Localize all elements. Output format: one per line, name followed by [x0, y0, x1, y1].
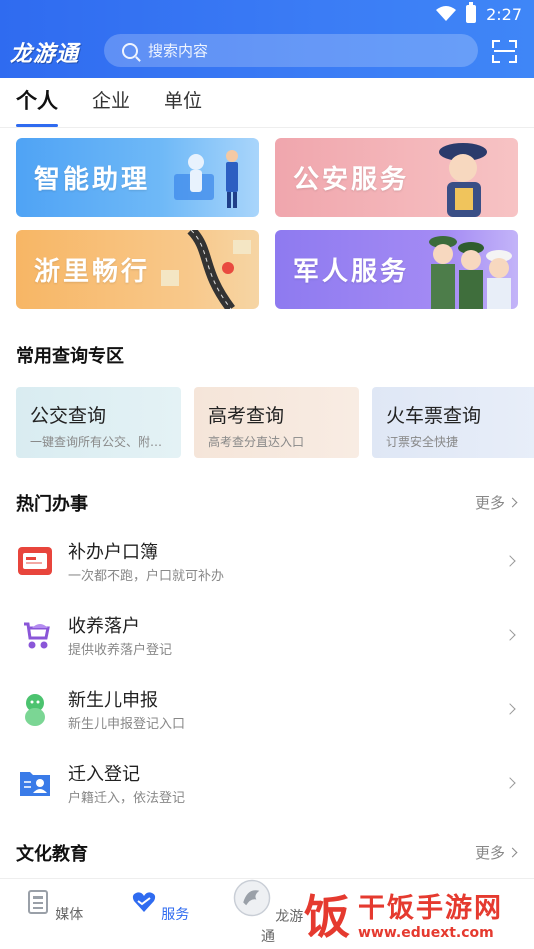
- culture-section-title: 文化教育: [16, 844, 88, 865]
- watermark-name: 干饭手游网: [358, 893, 503, 924]
- list-item-subtitle: 户籍迁入，依法登记: [68, 791, 186, 806]
- banner-label: 智能助理: [34, 165, 151, 195]
- culture-more-link[interactable]: 更多: [474, 842, 518, 863]
- query-card-subtitle: 订票安全快捷: [386, 435, 459, 449]
- battery-icon: [466, 2, 477, 23]
- dragon-logo-icon: [233, 879, 271, 917]
- map-illustration: [161, 230, 251, 309]
- list-item-title: 迁入登记: [68, 764, 140, 785]
- chevron-right-icon: [504, 629, 516, 641]
- list-item-subtitle: 新生儿申报登记入口: [68, 717, 186, 732]
- banner-label: 公安服务: [293, 165, 410, 195]
- app-logo: 龙游通: [10, 42, 80, 67]
- banner-label: 浙里畅行: [34, 257, 151, 287]
- heart-service-icon: [132, 892, 155, 912]
- query-card-title: 火车票查询: [386, 405, 482, 427]
- list-item-title: 收养落户: [68, 616, 140, 637]
- status-time: 2:27: [486, 4, 522, 24]
- query-card-title: 高考查询: [208, 405, 285, 427]
- hot-more-link[interactable]: 更多: [474, 492, 518, 513]
- list-item-newborn[interactable]: 新生儿申报 新生儿申报登记入口: [0, 672, 534, 746]
- nav-longyoutong[interactable]: 龙游通: [228, 879, 308, 946]
- list-item-adoption[interactable]: 收养落户 提供收养落户登记: [0, 598, 534, 672]
- watermark-url: www.eduext.com: [358, 925, 494, 941]
- query-card-bus[interactable]: 公交查询 一键查询所有公交、附…: [16, 387, 181, 458]
- nav-label: 媒体: [55, 907, 84, 923]
- scan-icon[interactable]: [492, 40, 517, 63]
- police-illustration: [439, 143, 487, 217]
- list-item-subtitle: 提供收养落户登记: [68, 643, 173, 658]
- more-label: 更多: [474, 494, 505, 512]
- list-item-household-reissue[interactable]: 补办户口簿 一次都不跑，户口就可补办: [0, 524, 534, 598]
- chevron-right-icon: [507, 497, 518, 508]
- more-label: 更多: [474, 844, 505, 862]
- banner-military-service[interactable]: 军人服务: [275, 230, 518, 309]
- query-card-subtitle: 一键查询所有公交、附…: [30, 435, 163, 449]
- household-register-icon: [18, 547, 52, 575]
- id-card-icon: [20, 772, 50, 796]
- search-icon: [122, 42, 138, 59]
- watermark-logo: 饭: [304, 889, 350, 944]
- tab-enterprise[interactable]: 企业: [92, 78, 130, 127]
- robot-illustration: [174, 150, 238, 208]
- chevron-right-icon: [504, 777, 516, 789]
- tab-personal[interactable]: 个人: [16, 78, 58, 127]
- news-icon: [27, 890, 48, 914]
- status-bar: 2:27: [436, 0, 522, 28]
- banner-zheli-travel[interactable]: 浙里畅行: [16, 230, 259, 309]
- list-item-title: 补办户口簿: [68, 542, 158, 563]
- nav-label: 服务: [161, 907, 190, 923]
- chevron-right-icon: [504, 703, 516, 715]
- category-tabs: 个人 企业 单位: [0, 78, 534, 128]
- query-card-title: 公交查询: [30, 405, 107, 427]
- list-item-title: 新生儿申报: [68, 690, 158, 711]
- query-section-title: 常用查询专区: [16, 346, 124, 367]
- list-item-subtitle: 一次都不跑，户口就可补办: [68, 569, 225, 584]
- query-card-gaokao[interactable]: 高考查询 高考查分直达入口: [194, 387, 359, 458]
- stroller-icon: [24, 622, 50, 649]
- banner-police-service[interactable]: 公安服务: [275, 138, 518, 217]
- nav-media[interactable]: 媒体: [14, 889, 94, 924]
- baby-icon: [25, 694, 45, 726]
- chevron-right-icon: [504, 555, 516, 567]
- site-watermark: 饭 干饭手游网 www.eduext.com: [304, 878, 534, 949]
- list-item-move-in[interactable]: 迁入登记 户籍迁入，依法登记: [0, 746, 534, 820]
- query-card-train[interactable]: 火车票查询 订票安全快捷: [372, 387, 534, 458]
- search-input[interactable]: 搜索内容: [104, 34, 478, 67]
- banner-smart-assistant[interactable]: 智能助理: [16, 138, 259, 217]
- app-header: 2:27 龙游通 搜索内容: [0, 0, 534, 78]
- chevron-right-icon: [507, 847, 518, 858]
- banner-label: 军人服务: [293, 257, 410, 287]
- nav-service[interactable]: 服务: [120, 889, 200, 924]
- hot-section-title: 热门办事: [16, 494, 88, 515]
- search-placeholder: 搜索内容: [148, 42, 209, 60]
- query-card-subtitle: 高考查分直达入口: [208, 435, 305, 449]
- tab-organization[interactable]: 单位: [164, 78, 202, 127]
- soldiers-illustration: [429, 236, 512, 309]
- wifi-icon: [436, 6, 457, 21]
